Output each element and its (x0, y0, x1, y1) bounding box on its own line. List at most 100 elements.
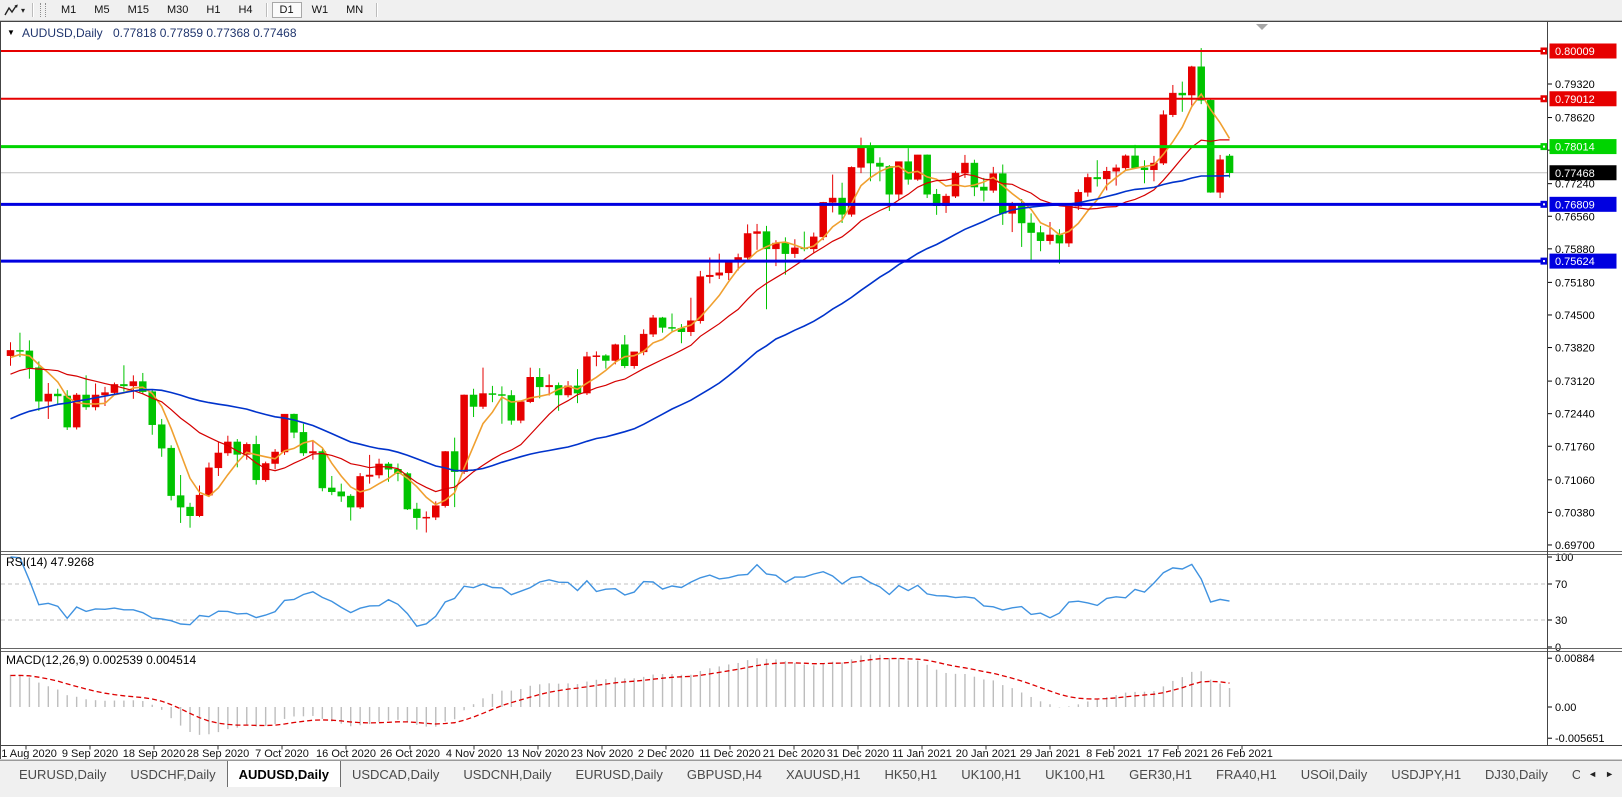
chart-title-symbol: AUDUSD,Daily (22, 26, 103, 40)
date-label: 8 Feb 2021 (1086, 748, 1142, 760)
price-tick-label: 0.72440 (1555, 409, 1595, 421)
timeframe-button-d1[interactable]: D1 (271, 2, 302, 18)
timeframe-button-mn[interactable]: MN (338, 2, 371, 18)
rsi-axis-label: 100 (1555, 552, 1573, 564)
chart-tab-uk100-h1[interactable]: UK100,H1 (950, 761, 1032, 787)
macd-signal-line (10, 657, 1230, 727)
chart-tab-ger30-h1[interactable]: GER30,H1 (1118, 761, 1203, 787)
chart-tab-china300-h1[interactable]: CHINA300,H1 (1561, 761, 1580, 787)
price-tick-label: 0.75180 (1555, 277, 1595, 289)
date-label: 7 Oct 2020 (255, 748, 309, 760)
chart-tab-usdcad-daily[interactable]: USDCAD,Daily (341, 761, 450, 787)
dropdown-caret-icon[interactable]: ▾ (21, 6, 25, 15)
timeframe-button-m15[interactable]: M15 (120, 2, 157, 18)
chart-tab-dj30-daily[interactable]: DJ30,Daily (1474, 761, 1559, 787)
tabs-scroll-left-icon[interactable]: ◄ (1588, 769, 1597, 779)
date-label: 31 Aug 2020 (0, 748, 57, 760)
chart-area[interactable]: 0.793200.786200.779400.772400.765600.758… (0, 0, 1622, 797)
date-label: 17 Feb 2021 (1147, 748, 1209, 760)
date-label: 11 Dec 2020 (699, 748, 761, 760)
date-label: 18 Sep 2020 (123, 748, 185, 760)
moving-average-ma-slow (10, 174, 1230, 472)
date-label: 11 Jan 2021 (892, 748, 952, 760)
chart-tabs: EURUSD,Daily USDCHF,Daily AUDUSD,Daily USDC… (0, 761, 1580, 787)
chart-tab-gbpusd-h4[interactable]: GBPUSD,H4 (676, 761, 773, 787)
price-tick-label: 0.69700 (1555, 540, 1595, 552)
price-level-badge-label: 0.78014 (1555, 142, 1595, 154)
price-tick-label: 0.71760 (1555, 441, 1595, 453)
price-level-badge-label: 0.77468 (1555, 168, 1595, 180)
price-tick-label: 0.79320 (1555, 79, 1595, 91)
timeframe-button-h4[interactable]: H4 (230, 2, 260, 18)
price-level-badge-label: 0.79012 (1555, 94, 1595, 106)
macd-axis-label: -0.005651 (1555, 733, 1605, 745)
chart-tab-usoil-daily[interactable]: USOil,Daily (1290, 761, 1378, 787)
chart-tab-hk50-h1[interactable]: HK50,H1 (873, 761, 948, 787)
chart-tab-fra40-h1[interactable]: FRA40,H1 (1205, 761, 1288, 787)
price-tick-label: 0.76560 (1555, 211, 1595, 223)
cursor-tool-button[interactable]: ▾ (0, 4, 28, 17)
chart-tab-eurusd-daily[interactable]: EURUSD,Daily (564, 761, 673, 787)
price-tick-label: 0.78620 (1555, 113, 1595, 125)
date-label: 26 Feb 2021 (1211, 748, 1273, 760)
chart-tab-strip: EURUSD,Daily USDCHF,Daily AUDUSD,Daily USDC… (0, 760, 1622, 797)
toolbar-grip[interactable] (40, 3, 47, 17)
moving-average-ma-mid (10, 139, 1230, 493)
rsi-axis-label: 70 (1555, 579, 1567, 591)
date-label: 21 Dec 2020 (763, 748, 825, 760)
toolbar-separator (32, 3, 34, 17)
timeframe-toolbar: ▾ M1 M5 M15 M30 H1 H4 D1 W1 MN (0, 0, 1622, 21)
timeframe-button-m5[interactable]: M5 (86, 2, 117, 18)
macd-axis-label: 0.00884 (1555, 653, 1595, 665)
price-tick-label: 0.70380 (1555, 507, 1595, 519)
date-label: 20 Jan 2021 (956, 748, 1017, 760)
chart-tab-usdchf-daily[interactable]: USDCHF,Daily (119, 761, 226, 787)
toolbar-separator (376, 3, 378, 17)
chart-tab-uk100-h1[interactable]: UK100,H1 (1034, 761, 1116, 787)
chart-tab-xauusd-h1[interactable]: XAUUSD,H1 (775, 761, 871, 787)
date-label: 13 Nov 2020 (507, 748, 569, 760)
toolbar-separator (265, 3, 267, 17)
timeframe-button-w1[interactable]: W1 (304, 2, 337, 18)
chart-tab-audusd-daily[interactable]: AUDUSD,Daily (226, 761, 341, 787)
candles (6, 48, 1234, 533)
price-level-badge-label: 0.80009 (1555, 46, 1595, 58)
chart-title-ohlc: 0.77818 0.77859 0.77368 0.77468 (113, 26, 297, 40)
timeframe-buttons: M1 M5 M15 M30 H1 H4 D1 W1 MN (52, 0, 381, 20)
chart-generated-layers: 0.793200.786200.779400.772400.765600.758… (0, 21, 1622, 760)
chart-tab-usdjpy-h1[interactable]: USDJPY,H1 (1380, 761, 1472, 787)
price-tick-label: 0.71060 (1555, 475, 1595, 487)
chart-tab-usdcnh-daily[interactable]: USDCNH,Daily (452, 761, 562, 787)
date-label: 26 Oct 2020 (380, 748, 440, 760)
macd-axis-label: 0.00 (1555, 702, 1576, 714)
chart-cursor-icon (4, 4, 18, 15)
rsi-axis-label: 30 (1555, 615, 1567, 627)
date-label: 23 Nov 2020 (571, 748, 633, 760)
date-label: 9 Sep 2020 (62, 748, 118, 760)
tab-scroll-controls: ◄ ► (1580, 761, 1622, 787)
date-label: 29 Jan 2021 (1020, 748, 1081, 760)
rsi-line (10, 556, 1230, 627)
price-tick-label: 0.74500 (1555, 310, 1595, 322)
macd-pane-label: MACD(12,26,9) 0.002539 0.004514 (6, 653, 196, 667)
mt4-window: ▾ M1 M5 M15 M30 H1 H4 D1 W1 MN 0.79320 0.78620 0.7… (0, 0, 1622, 797)
chart-tab-eurusd-daily[interactable]: EURUSD,Daily (8, 761, 117, 787)
timeframe-button-m1[interactable]: M1 (53, 2, 84, 18)
date-label: 16 Oct 2020 (316, 748, 376, 760)
price-level-badge-label: 0.75624 (1555, 256, 1595, 268)
tabs-scroll-right-icon[interactable]: ► (1605, 769, 1614, 779)
chart-menu-arrow-icon[interactable]: ▼ (7, 28, 15, 37)
price-tick-label: 0.73120 (1555, 376, 1595, 388)
date-label: 2 Dec 2020 (638, 748, 694, 760)
date-label: 31 Dec 2020 (827, 748, 889, 760)
price-level-badge-label: 0.76809 (1555, 199, 1595, 211)
date-label: 28 Sep 2020 (187, 748, 249, 760)
price-tick-label: 0.73820 (1555, 343, 1595, 355)
rsi-pane-label: RSI(14) 47.9268 (6, 555, 94, 569)
price-tick-label: 0.77240 (1555, 179, 1595, 191)
timeframe-button-h1[interactable]: H1 (198, 2, 228, 18)
moving-average-ma-fast (10, 92, 1231, 506)
date-label: 4 Nov 2020 (446, 748, 502, 760)
chart-shift-marker[interactable] (1256, 24, 1268, 30)
timeframe-button-m30[interactable]: M30 (159, 2, 196, 18)
